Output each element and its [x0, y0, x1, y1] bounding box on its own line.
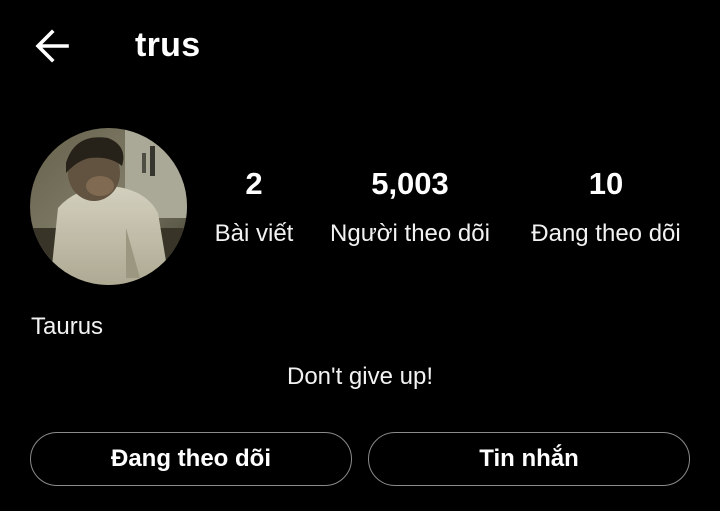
message-button[interactable]: Tin nhắn [368, 432, 690, 486]
stat-followers-value: 5,003 [371, 166, 449, 201]
following-button[interactable]: Đang theo dõi [30, 432, 352, 486]
stat-following[interactable]: 10 Đang theo dõi [518, 165, 694, 249]
top-app-bar: trus [0, 0, 720, 92]
stat-posts-label: Bài viết [214, 220, 294, 247]
stat-posts[interactable]: 2 Bài viết [214, 165, 294, 249]
avatar[interactable] [30, 128, 187, 285]
stat-followers[interactable]: 5,003 Người theo dõi [318, 165, 502, 249]
back-button[interactable] [28, 22, 76, 70]
arrow-left-icon [35, 29, 69, 63]
bio: Don't give up! [286, 363, 433, 390]
display-name: Taurus [31, 313, 104, 340]
profile-username: trus [135, 26, 201, 64]
stat-following-value: 10 [588, 166, 624, 201]
stat-following-label: Đang theo dõi [531, 220, 681, 247]
stat-posts-value: 2 [245, 166, 263, 201]
stat-followers-label: Người theo dõi [330, 220, 490, 247]
profile-photo [30, 128, 187, 285]
